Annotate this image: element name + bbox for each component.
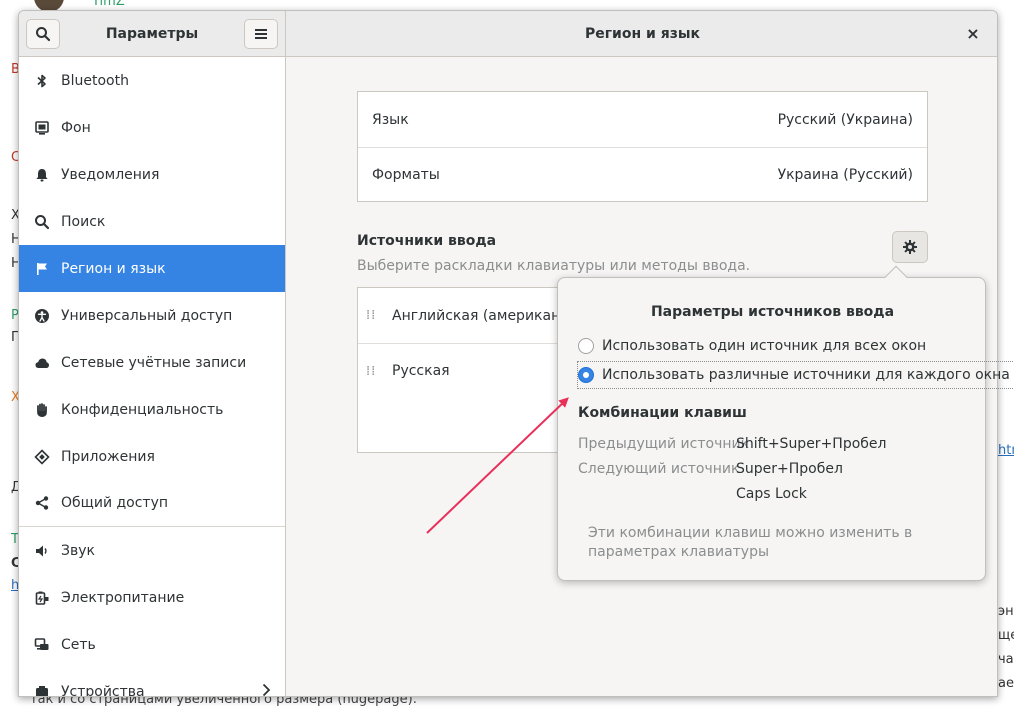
formats-label: Форматы [372,167,440,183]
sidebar-item-devices[interactable]: Устройства [19,668,285,697]
hamburger-icon [255,29,267,39]
sidebar-item-label: Звук [61,542,95,559]
prev-source-label: Предыдущий источник [578,436,750,452]
sidebar: Bluetooth Фон Уведомления Поиск Регион и… [19,57,286,697]
formats-row[interactable]: Форматы Украина (Русский) [358,147,927,202]
devices-icon [33,683,51,696]
close-icon: × [966,24,980,43]
input-sources-options-button[interactable] [892,231,928,263]
sidebar-item-search[interactable]: Поиск [19,198,285,245]
bell-icon [33,166,51,184]
radio-per-window-source[interactable]: Использовать различные источники для каж… [577,361,1014,389]
sidebar-item-label: Уведомления [61,166,160,183]
sidebar-item-accessibility[interactable]: Универсальный доступ [19,292,285,339]
shortcuts-title: Комбинации клавиш [578,405,747,421]
header-bar: Параметры Регион и язык × [19,11,997,57]
radio-per-window-source-label: Использовать различные источники для каж… [602,367,1010,383]
region-settings-list: Язык Русский (Украина) Форматы Украина (… [357,91,928,202]
input-source-options-popover: Параметры источников ввода Использовать … [557,265,1014,581]
sidebar-item-label: Общий доступ [61,495,169,511]
background-user-name: TimZ [92,0,125,9]
sidebar-item-label: Устройства [61,683,145,697]
apps-icon [33,448,51,466]
accessibility-icon [33,307,51,325]
sidebar-item-label: Фон [61,119,91,136]
cloud-icon [33,354,51,372]
input-sources-title: Источники ввода [357,233,497,249]
power-icon [33,589,51,607]
bluetooth-icon [33,72,51,90]
background-fragment: энд [998,604,1014,619]
drag-handle-icon[interactable]: ⁞⁞ [366,309,376,322]
next-source-shortcut: Super+Пробел [736,461,843,477]
radio-unchecked-icon[interactable] [578,338,594,354]
flag-icon [33,260,51,278]
sidebar-item-region-language[interactable]: Регион и язык [19,245,285,292]
shortcuts-note: Эти комбинации клавиш можно изменить в п… [588,525,913,560]
search-icon [36,27,51,42]
search-button[interactable] [26,19,60,49]
alt-source-shortcut: Caps Lock [736,486,807,502]
sidebar-item-label: Электропитание [61,589,185,606]
background-icon [33,119,51,137]
sidebar-item-label: Bluetooth [61,72,129,89]
sidebar-item-bluetooth[interactable]: Bluetooth [19,57,285,104]
background-fragment: ще [998,628,1014,643]
sidebar-item-label: Конфиденциальность [61,401,224,418]
sidebar-item-network[interactable]: Сеть [19,621,285,668]
sidebar-item-sharing[interactable]: Общий доступ [19,480,285,527]
sidebar-item-power[interactable]: Электропитание [19,574,285,621]
radio-same-source-label: Использовать один источник для всех окон [602,338,927,354]
close-button[interactable]: × [963,24,983,44]
menu-button[interactable] [244,19,278,49]
sidebar-item-background[interactable]: Фон [19,104,285,151]
sidebar-item-label: Поиск [61,213,106,230]
radio-same-source[interactable]: Использовать один источник для всех окон [578,333,926,359]
chevron-right-icon [261,682,271,696]
prev-source-shortcut: Shift+Super+Пробел [736,436,887,452]
sidebar-item-online-accounts[interactable]: Сетевые учётные записи [19,339,285,386]
sidebar-item-label: Приложения [61,448,155,465]
sidebar-header: Параметры [19,11,286,57]
sidebar-item-label: Сетевые учётные записи [61,354,247,371]
sidebar-item-label: Сеть [61,636,96,653]
sidebar-item-label: Регион и язык [61,260,166,277]
sidebar-item-notifications[interactable]: Уведомления [19,151,285,198]
language-row[interactable]: Язык Русский (Украина) [358,92,927,147]
language-value: Русский (Украина) [777,111,913,128]
background-fragment: час [998,652,1014,667]
radio-checked-icon[interactable] [578,367,594,383]
hand-icon [33,401,51,419]
page-title: Регион и язык [584,26,700,42]
background-fragment: ает [998,676,1014,691]
language-label: Язык [372,111,409,128]
sidebar-item-label: Универсальный доступ [61,307,233,324]
formats-value: Украина (Русский) [777,167,913,183]
network-icon [33,636,51,654]
search-icon [33,213,51,231]
background-fragment: htm [998,443,1014,458]
sidebar-item-sound[interactable]: Звук [19,527,285,574]
share-icon [33,494,51,512]
popover-title: Параметры источников ввода [650,304,895,320]
next-source-label: Следующий источник [578,461,740,477]
sidebar-item-privacy[interactable]: Конфиденциальность [19,386,285,433]
sidebar-title: Параметры [105,26,199,42]
input-sources-subtitle: Выберите раскладки клавиатуры или методы… [357,258,751,274]
sidebar-item-applications[interactable]: Приложения [19,433,285,480]
gear-icon [903,240,917,254]
input-source-label: Русская [392,363,450,379]
drag-handle-icon[interactable]: ⁞⁞ [366,365,376,378]
speaker-icon [33,542,51,560]
